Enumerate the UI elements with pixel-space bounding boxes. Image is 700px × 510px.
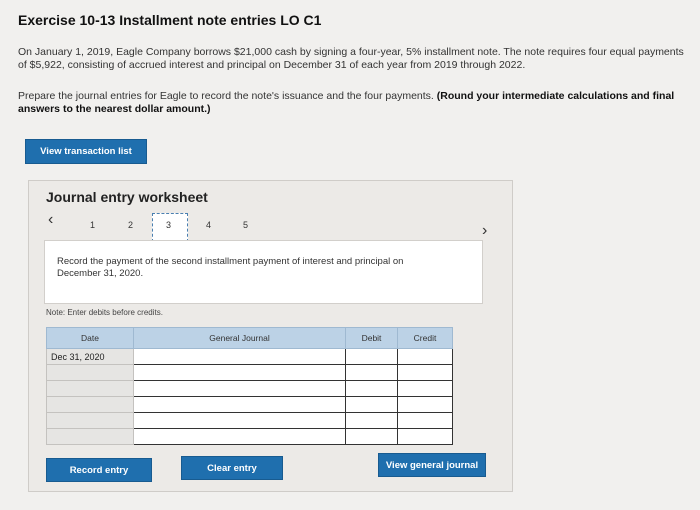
- credit-header: Credit: [397, 327, 453, 349]
- account-input[interactable]: [133, 380, 346, 397]
- table-row: Dec 31, 2020: [46, 348, 453, 365]
- page-title: Exercise 10-13 Installment note entries …: [18, 12, 322, 28]
- page-1[interactable]: 1: [90, 220, 95, 230]
- clear-entry-button[interactable]: Clear entry: [181, 456, 283, 480]
- table-row: [46, 428, 453, 445]
- credit-input[interactable]: [397, 380, 453, 397]
- page-2[interactable]: 2: [128, 220, 133, 230]
- general-journal-header: General Journal: [133, 327, 346, 349]
- account-input[interactable]: [133, 364, 346, 381]
- date-cell: [46, 364, 134, 381]
- chevron-right-icon[interactable]: ›: [482, 222, 487, 240]
- table-row: [46, 380, 453, 397]
- chevron-left-icon[interactable]: ‹: [48, 211, 53, 229]
- page-3[interactable]: 3: [166, 220, 171, 230]
- credit-input[interactable]: [397, 396, 453, 413]
- date-cell: Dec 31, 2020: [46, 348, 134, 365]
- date-header: Date: [46, 327, 134, 349]
- instructions-text: Prepare the journal entries for Eagle to…: [18, 90, 434, 102]
- debit-input[interactable]: [345, 428, 398, 445]
- date-cell: [46, 380, 134, 397]
- debit-input[interactable]: [345, 348, 398, 365]
- record-entry-button[interactable]: Record entry: [46, 458, 152, 482]
- debit-input[interactable]: [345, 380, 398, 397]
- credit-input[interactable]: [397, 348, 453, 365]
- journal-table: Date General Journal Debit Credit Dec 31…: [46, 327, 453, 445]
- view-general-journal-button[interactable]: View general journal: [378, 453, 486, 477]
- credit-input[interactable]: [397, 412, 453, 429]
- account-input[interactable]: [133, 396, 346, 413]
- date-cell: [46, 428, 134, 445]
- date-cell: [46, 412, 134, 429]
- debit-input[interactable]: [345, 412, 398, 429]
- account-input[interactable]: [133, 412, 346, 429]
- debit-header: Debit: [345, 327, 398, 349]
- problem-text: On January 1, 2019, Eagle Company borrow…: [18, 46, 684, 71]
- page-5[interactable]: 5: [243, 220, 248, 230]
- credit-input[interactable]: [397, 428, 453, 445]
- page-4[interactable]: 4: [206, 220, 211, 230]
- view-transaction-list-button[interactable]: View transaction list: [25, 139, 147, 164]
- table-row: [46, 364, 453, 381]
- credit-input[interactable]: [397, 364, 453, 381]
- debit-input[interactable]: [345, 364, 398, 381]
- date-cell: [46, 396, 134, 413]
- account-input[interactable]: [133, 348, 346, 365]
- worksheet-title: Journal entry worksheet: [46, 189, 208, 205]
- task-text: Record the payment of the second install…: [57, 256, 404, 279]
- instructions: Prepare the journal entries for Eagle to…: [18, 90, 693, 116]
- account-input[interactable]: [133, 428, 346, 445]
- table-row: [46, 412, 453, 429]
- note-text: Note: Enter debits before credits.: [46, 308, 163, 317]
- debit-input[interactable]: [345, 396, 398, 413]
- table-row: [46, 396, 453, 413]
